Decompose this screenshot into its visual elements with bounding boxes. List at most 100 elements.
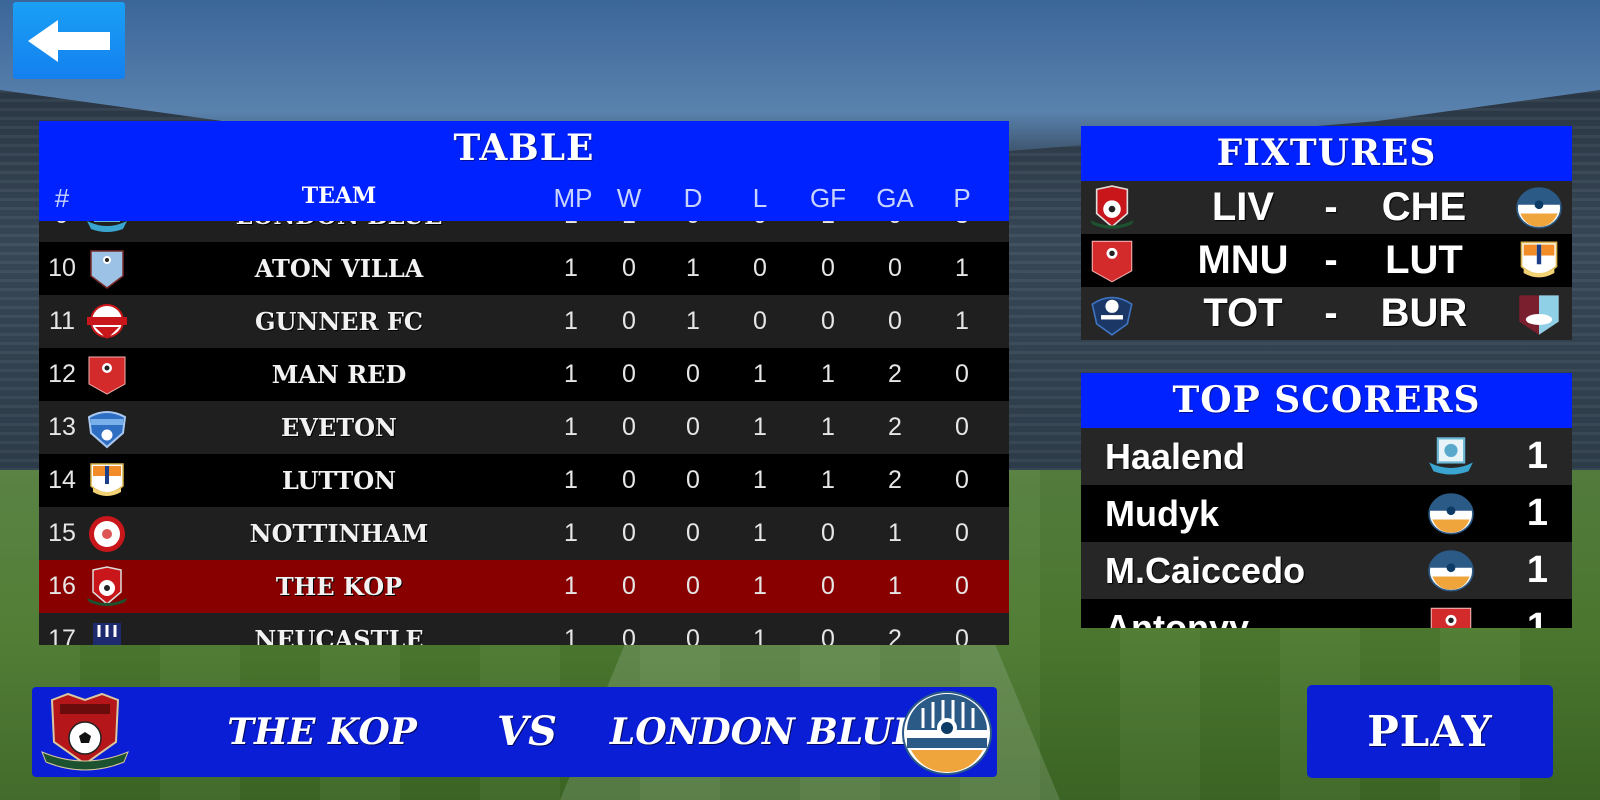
goals-against: 2 xyxy=(888,625,902,645)
matches-played: 1 xyxy=(564,625,578,645)
wins: 0 xyxy=(622,466,636,494)
league-table-header: TABLE # TEAM MP W D L GF GA P xyxy=(39,121,1009,221)
draws: 1 xyxy=(686,307,700,335)
fixture-home-team: TOT xyxy=(1203,291,1283,335)
points: 0 xyxy=(955,413,969,441)
team-name: THE KOP xyxy=(275,572,403,601)
table-row[interactable]: 12 MAN RED 1 0 0 1 1 2 0 xyxy=(39,348,1009,401)
losses: 1 xyxy=(753,413,767,441)
column-header-ga: GA xyxy=(876,183,914,213)
matches-played: 1 xyxy=(551,221,591,242)
draws: 0 xyxy=(686,466,700,494)
table-row[interactable]: 13 EVETON 1 0 0 1 1 2 0 xyxy=(39,401,1009,454)
scorer-name: Haalend xyxy=(1105,436,1246,477)
losses: 0 xyxy=(740,221,780,242)
claret-sky-crest-icon xyxy=(1512,291,1566,337)
table-row[interactable]: 11 GUNNER FC 1 0 1 0 0 0 1 xyxy=(39,295,1009,348)
play-button[interactable]: PLAY xyxy=(1307,685,1553,778)
goals-against: 2 xyxy=(888,360,902,388)
red-round-crest-icon xyxy=(85,513,129,555)
team-name: EVETON xyxy=(281,413,397,442)
goals-against: 2 xyxy=(888,466,902,494)
table-row[interactable]: 9 LONDON BLUE 1 1 0 0 1 0 3 xyxy=(39,221,1009,242)
table-row-selected-team[interactable]: 16 THE KOP 1 0 0 1 0 1 0 xyxy=(39,560,1009,613)
goals-against: 1 xyxy=(888,572,902,600)
fixture-away-team: LUT xyxy=(1385,238,1463,282)
orange-blue-crest-icon xyxy=(85,460,129,502)
losses: 0 xyxy=(753,254,767,282)
draws: 0 xyxy=(686,360,700,388)
points: 0 xyxy=(955,360,969,388)
scorer-goals: 1 xyxy=(1526,492,1548,534)
table-row[interactable]: 17 NEUCASTLE 1 0 0 1 0 2 0 xyxy=(39,613,1009,645)
column-header-pos: # xyxy=(54,183,70,213)
fixture-home-team: MNU xyxy=(1197,238,1289,282)
team-name: LONDON BLUE xyxy=(149,221,529,242)
league-table-scroll[interactable]: 9 LONDON BLUE 1 1 0 0 1 0 3 10 ATON VILL… xyxy=(39,221,1009,645)
kop-crest-icon xyxy=(85,566,129,608)
goals-against: 0 xyxy=(875,221,915,242)
points: 3 xyxy=(942,221,982,242)
scorer-goals: 1 xyxy=(1526,606,1548,628)
league-table-title: TABLE xyxy=(453,127,595,169)
home-team-name: THE KOP xyxy=(227,711,417,753)
losses: 1 xyxy=(753,572,767,600)
scorer-row: M.Caiccedo 1 xyxy=(1081,542,1572,599)
team-name: NOTTINHAM xyxy=(249,519,429,548)
table-row[interactable]: 14 LUTTON 1 0 0 1 1 2 0 xyxy=(39,454,1009,507)
draws: 0 xyxy=(686,625,700,645)
versus-label: VS xyxy=(497,708,557,755)
matches-played: 1 xyxy=(564,413,578,441)
sky-blue-crest-icon xyxy=(1417,434,1485,480)
light-blue-shield-crest-icon xyxy=(85,248,129,290)
team-position: 12 xyxy=(48,360,76,388)
league-table: TABLE # TEAM MP W D L GF GA P 9 LONDON B… xyxy=(39,121,1009,645)
wins: 0 xyxy=(622,307,636,335)
column-header-team: TEAM xyxy=(301,183,377,209)
table-row[interactable]: 15 NOTTINHAM 1 0 0 1 0 1 0 xyxy=(39,507,1009,560)
fixture-separator: - xyxy=(1324,291,1338,335)
top-scorers-title: TOP SCORERS xyxy=(1081,373,1572,428)
scorer-row: Antonyy 1 xyxy=(1081,599,1572,628)
column-header-d: D xyxy=(683,183,703,213)
scorer-goals: 1 xyxy=(1526,549,1548,591)
blue-crest-icon xyxy=(85,407,129,449)
team-position: 10 xyxy=(48,254,76,282)
top-scorers-panel: TOP SCORERS Haalend 1 Mudyk 1 M.Caiccedo… xyxy=(1081,373,1572,628)
goals-for: 1 xyxy=(821,360,835,388)
london-blue-crest-icon xyxy=(1512,185,1566,231)
scorer-row: Haalend 1 xyxy=(1081,428,1572,485)
column-header-gf: GF xyxy=(809,183,847,213)
fixture-home-team: LIV xyxy=(1211,185,1275,229)
orange-blue-crest-icon xyxy=(1512,238,1566,284)
scorer-row: Mudyk 1 xyxy=(1081,485,1572,542)
draws: 0 xyxy=(686,519,700,547)
goals-against: 0 xyxy=(888,307,902,335)
black-white-crest-icon xyxy=(85,619,129,645)
team-position: 15 xyxy=(48,519,76,547)
team-position: 13 xyxy=(48,413,76,441)
table-row[interactable]: 10 ATON VILLA 1 0 1 0 0 0 1 xyxy=(39,242,1009,295)
scorer-name: Antonyy xyxy=(1105,607,1249,628)
goals-for: 0 xyxy=(821,254,835,282)
points: 1 xyxy=(955,307,969,335)
goals-for: 0 xyxy=(821,625,835,645)
matches-played: 1 xyxy=(564,307,578,335)
away-team-crest xyxy=(901,690,993,776)
matches-played: 1 xyxy=(564,254,578,282)
team-position: 11 xyxy=(49,307,75,335)
fixture-away-team: CHE xyxy=(1381,185,1467,229)
draws: 0 xyxy=(686,413,700,441)
scorer-name: M.Caiccedo xyxy=(1105,550,1306,591)
back-button[interactable] xyxy=(13,2,125,79)
scorer-goals: 1 xyxy=(1526,435,1548,477)
goals-for: 0 xyxy=(821,572,835,600)
fixture-separator: - xyxy=(1324,185,1338,229)
goals-for: 1 xyxy=(808,221,848,242)
goals-for: 1 xyxy=(821,466,835,494)
losses: 1 xyxy=(753,519,767,547)
red-white-crest-icon xyxy=(85,301,129,343)
top-scorers-list[interactable]: Haalend 1 Mudyk 1 M.Caiccedo 1 Antonyy 1 xyxy=(1081,428,1572,628)
team-name: ATON VILLA xyxy=(254,254,424,283)
wins: 0 xyxy=(622,572,636,600)
